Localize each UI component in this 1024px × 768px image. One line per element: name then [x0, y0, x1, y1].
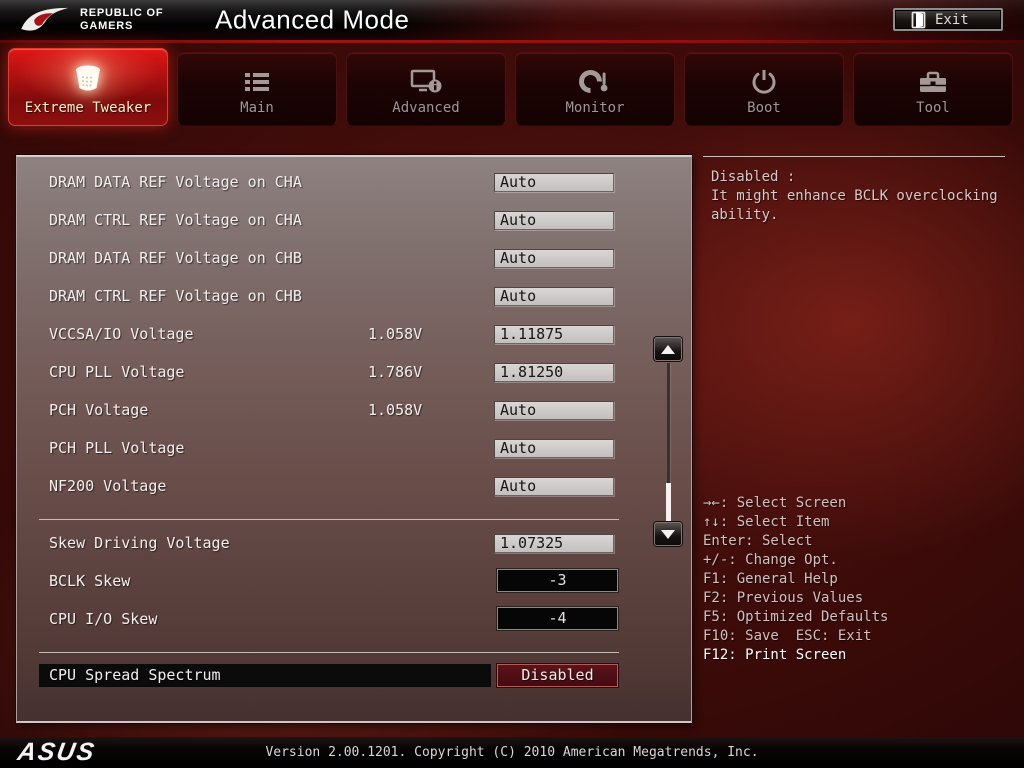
tab-label: Tool — [916, 100, 950, 116]
setting-label: CPU I/O Skew — [49, 600, 157, 638]
setting-value-box[interactable]: Auto — [494, 287, 614, 306]
setting-label: CPU PLL Voltage — [49, 353, 184, 391]
setting-value-box[interactable]: 1.11875 — [494, 325, 614, 344]
brand-line2: GAMERS — [80, 20, 163, 33]
setting-value-box[interactable]: -3 — [497, 569, 618, 592]
scrollbar — [654, 337, 684, 547]
legend-line: F1: General Help — [703, 570, 888, 589]
setting-row[interactable]: BCLK Skew -3 — [17, 562, 691, 600]
tab-advanced[interactable]: Advanced — [346, 52, 506, 126]
setting-label: PCH PLL Voltage — [49, 429, 184, 467]
page-title: Advanced Mode — [215, 5, 409, 36]
tab-label: Extreme Tweaker — [25, 100, 151, 116]
legend-line: F12: Print Screen — [703, 646, 888, 665]
setting-row[interactable]: PCH PLL Voltage Auto — [17, 429, 691, 467]
setting-row[interactable]: CPU Spread Spectrum Disabled — [17, 657, 691, 695]
setting-value-box[interactable]: Auto — [494, 401, 614, 420]
setting-label: DRAM CTRL REF Voltage on CHA — [49, 201, 302, 239]
settings-list: DRAM DATA REF Voltage on CHAAutoDRAM CTR… — [17, 157, 691, 695]
bios-advanced-mode-screen: REPUBLIC OF GAMERS Advanced Mode Exit Ex… — [0, 0, 1024, 768]
legend-line: Enter: Select — [703, 532, 888, 551]
power-icon — [749, 64, 779, 100]
setting-label: DRAM DATA REF Voltage on CHA — [49, 163, 302, 201]
tab-main[interactable]: Main — [177, 52, 337, 126]
monitor-info-icon — [409, 64, 443, 100]
setting-value-box[interactable]: -4 — [497, 607, 618, 630]
tab-extreme-tweaker[interactable]: Extreme Tweaker — [8, 48, 168, 126]
setting-value-box[interactable]: Auto — [494, 439, 614, 458]
setting-label: CPU Spread Spectrum — [39, 664, 491, 687]
setting-label: Skew Driving Voltage — [49, 524, 230, 562]
legend-line: F10: Save ESC: Exit — [703, 627, 888, 646]
key-legend: →←: Select Screen↑↓: Select ItemEnter: S… — [703, 494, 888, 665]
triangle-up-icon — [661, 345, 675, 354]
setting-value-box[interactable]: 1.07325 — [494, 534, 614, 553]
gauge-thermometer-icon — [578, 64, 612, 100]
red-divider-line — [0, 40, 1024, 43]
toolbox-icon — [917, 64, 949, 100]
current-voltage-readout: 1.058V — [368, 315, 422, 353]
setting-value-box[interactable]: Auto — [494, 211, 614, 230]
setting-label: DRAM DATA REF Voltage on CHB — [49, 239, 302, 277]
scroll-up-button[interactable] — [654, 337, 682, 361]
help-line: Disabled : — [711, 168, 998, 187]
setting-value-box[interactable]: 1.81250 — [494, 363, 614, 382]
setting-value-box[interactable]: Auto — [494, 249, 614, 268]
setting-row[interactable]: VCCSA/IO Voltage 1.058V 1.11875 — [17, 315, 691, 353]
setting-value-box[interactable]: Disabled — [497, 664, 618, 687]
setting-label: BCLK Skew — [49, 562, 130, 600]
setting-value-box[interactable]: Auto — [494, 173, 614, 192]
setting-row[interactable]: PCH Voltage 1.058V Auto — [17, 391, 691, 429]
setting-label: PCH Voltage — [49, 391, 148, 429]
setting-row[interactable]: Skew Driving Voltage 1.07325 — [17, 524, 691, 562]
setting-label: VCCSA/IO Voltage — [49, 315, 194, 353]
footer-bar: ASUS Version 2.00.1201. Copyright (C) 20… — [0, 737, 1024, 768]
exit-button[interactable]: Exit — [893, 8, 1003, 31]
tab-bar: Extreme Tweaker Main Advanced Monitor Boot To… — [8, 48, 1016, 126]
setting-value-box[interactable]: Auto — [494, 477, 614, 496]
legend-line: +/-: Change Opt. — [703, 551, 888, 570]
brand-line1: REPUBLIC OF — [80, 7, 163, 20]
top-bar: REPUBLIC OF GAMERS Advanced Mode Exit — [0, 0, 1024, 40]
setting-row[interactable]: CPU PLL Voltage 1.786V 1.81250 — [17, 353, 691, 391]
setting-row[interactable]: DRAM DATA REF Voltage on CHB Auto — [17, 239, 691, 277]
current-voltage-readout: 1.058V — [368, 391, 422, 429]
list-icon — [242, 64, 272, 100]
setting-row[interactable]: DRAM CTRL REF Voltage on CHB Auto — [17, 277, 691, 315]
help-text: Disabled :It might enhance BCLK overcloc… — [711, 168, 998, 225]
scroll-thumb[interactable] — [666, 483, 671, 522]
tab-label: Main — [240, 100, 274, 116]
rog-logo-icon — [18, 3, 70, 41]
current-voltage-readout: 1.786V — [368, 353, 422, 391]
triangle-down-icon — [661, 530, 675, 539]
tab-tool[interactable]: Tool — [853, 52, 1013, 126]
scroll-down-button[interactable] — [654, 522, 682, 546]
setting-row[interactable]: NF200 Voltage Auto — [17, 467, 691, 505]
separator-line — [39, 519, 619, 520]
setting-row[interactable]: CPU I/O Skew -4 — [17, 600, 691, 638]
legend-line: ↑↓: Select Item — [703, 513, 888, 532]
legend-line: F5: Optimized Defaults — [703, 608, 888, 627]
help-line: ability. — [711, 206, 998, 225]
setting-label: DRAM CTRL REF Voltage on CHB — [49, 277, 302, 315]
help-separator-line — [703, 156, 1005, 157]
tab-label: Advanced — [392, 100, 459, 116]
help-line: It might enhance BCLK overclocking — [711, 187, 998, 206]
tab-monitor[interactable]: Monitor — [515, 52, 675, 126]
knob-icon — [71, 60, 105, 98]
separator-line — [39, 652, 619, 653]
version-text: Version 2.00.1201. Copyright (C) 2010 Am… — [0, 737, 1024, 768]
legend-line: →←: Select Screen — [703, 494, 888, 513]
tab-label: Boot — [747, 100, 781, 116]
settings-panel: DRAM DATA REF Voltage on CHAAutoDRAM CTR… — [16, 155, 692, 723]
exit-door-icon — [911, 11, 926, 29]
legend-line: F2: Previous Values — [703, 589, 888, 608]
setting-row[interactable]: DRAM DATA REF Voltage on CHA Auto — [17, 163, 691, 201]
tab-label: Monitor — [565, 100, 624, 116]
exit-label: Exit — [935, 12, 969, 28]
brand-text: REPUBLIC OF GAMERS — [80, 7, 163, 33]
setting-label: NF200 Voltage — [49, 467, 166, 505]
tab-boot[interactable]: Boot — [684, 52, 844, 126]
setting-row[interactable]: DRAM CTRL REF Voltage on CHA Auto — [17, 201, 691, 239]
